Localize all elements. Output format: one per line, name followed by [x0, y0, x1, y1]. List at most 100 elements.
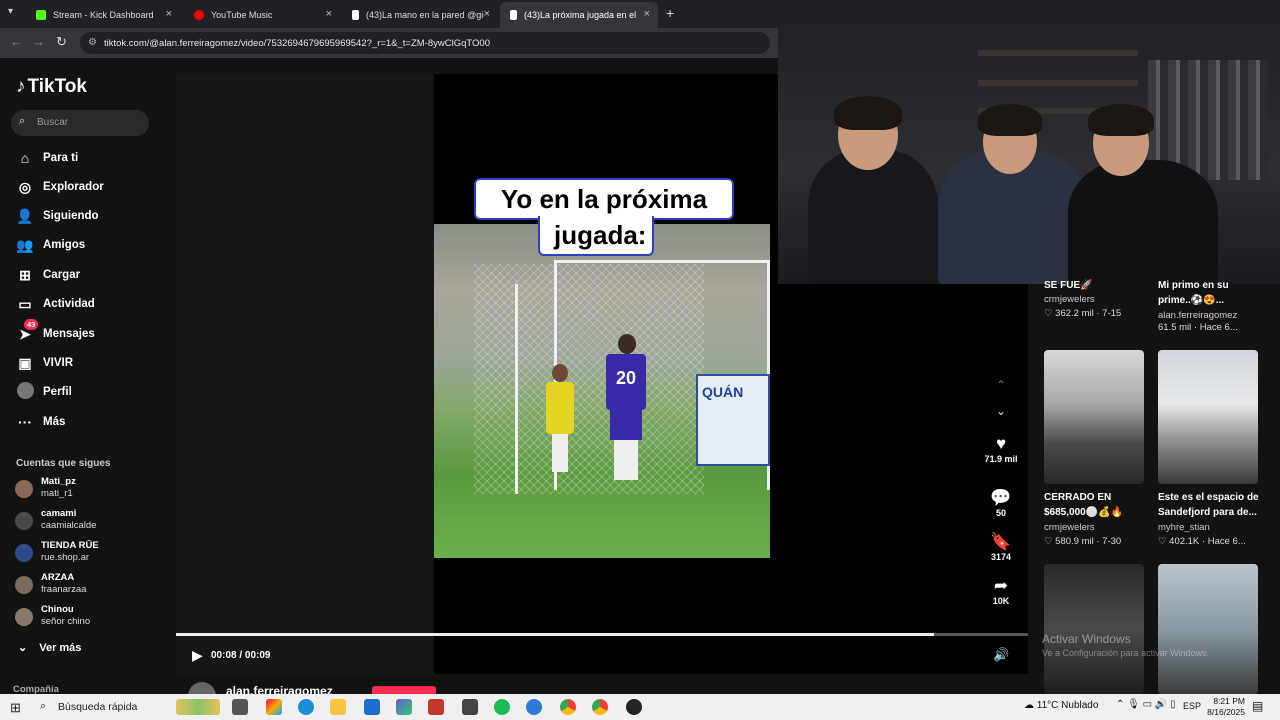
- back-icon[interactable]: ←: [10, 34, 23, 49]
- close-icon[interactable]: ×: [644, 8, 650, 20]
- share-count: 10K: [992, 596, 1010, 606]
- nav-mensajes[interactable]: ➤ 43 Mensajes: [16, 318, 95, 344]
- play-button[interactable]: ▶: [192, 647, 203, 664]
- url-field[interactable]: ⚙ tiktok.com/@alan.ferreiragomez/video/7…: [80, 32, 770, 54]
- nav-vivir[interactable]: ▣ VIVIR: [16, 353, 73, 373]
- avatar: [15, 512, 33, 530]
- volume-button[interactable]: 🔊: [993, 647, 1009, 663]
- tiktok-sidebar: ♪ TikTok ⌕ Buscar ⌂ Para ti ◎ Explorador 👤 S…: [0, 58, 176, 695]
- nav-cargar[interactable]: ⊞ Cargar: [16, 265, 80, 285]
- search-icon: ⌕: [19, 115, 26, 127]
- nav-perfil[interactable]: Perfil: [16, 382, 72, 402]
- language-indicator[interactable]: ESP: [1183, 701, 1201, 711]
- previous-video-button[interactable]: ⌃: [984, 378, 1018, 392]
- tab-title: Stream - Kick Dashboard: [53, 10, 154, 20]
- person-right-hair: [1088, 104, 1154, 136]
- close-icon[interactable]: ×: [166, 8, 172, 20]
- app-icon[interactable]: [526, 699, 542, 715]
- caption-line-1: Yo en la próxima: [474, 178, 734, 220]
- clock-time: 8:21 PM: [1213, 696, 1245, 706]
- video-frame[interactable]: 20 QUÁN: [434, 224, 770, 558]
- app-icon[interactable]: [428, 699, 444, 715]
- close-icon[interactable]: ×: [484, 8, 490, 20]
- tab-list-icon[interactable]: ▾: [8, 6, 13, 17]
- comment-button[interactable]: 💬 50: [984, 488, 1018, 518]
- search-input[interactable]: ⌕ Buscar: [11, 110, 149, 136]
- nav-siguiendo[interactable]: 👤 Siguiendo: [16, 206, 98, 226]
- chrome-icon[interactable]: [592, 699, 608, 715]
- see-more-button[interactable]: ⌄ Ver más: [18, 641, 81, 654]
- card-date: 7-30: [1102, 536, 1122, 547]
- weather-widget[interactable]: ☁ 11°C Nublado: [1024, 700, 1098, 711]
- tab-kick-dashboard[interactable]: Stream - Kick Dashboard ×: [26, 2, 180, 28]
- close-icon[interactable]: ×: [326, 8, 332, 20]
- progress-bar[interactable]: [176, 633, 1028, 636]
- browser-tab-bar: ▾ Stream - Kick Dashboard × YouTube Musi…: [0, 0, 780, 28]
- follow-button[interactable]: [372, 686, 436, 694]
- card-author: crmjewelers: [1044, 522, 1095, 533]
- heart-icon: ♡: [1044, 536, 1056, 547]
- nav-explorador[interactable]: ◎ Explorador: [16, 177, 104, 197]
- account-handle: señor chino: [41, 616, 91, 627]
- copilot-icon[interactable]: [266, 699, 282, 715]
- weather-icon: ☁: [1024, 700, 1037, 711]
- new-tab-button[interactable]: +: [666, 5, 674, 21]
- task-view-icon[interactable]: [232, 699, 248, 715]
- obs-icon[interactable]: [626, 699, 642, 715]
- site-info-icon[interactable]: ⚙: [88, 37, 97, 48]
- tab-tiktok-active[interactable]: (43)La próxima jugada en el fútb ×: [500, 2, 658, 28]
- player-purple: 20: [602, 334, 650, 484]
- nav-actividad[interactable]: ▭ Actividad: [16, 294, 94, 314]
- nav-mas[interactable]: ··· Más: [16, 412, 65, 432]
- spotify-icon[interactable]: [494, 699, 510, 715]
- forward-icon[interactable]: →: [32, 34, 45, 49]
- mail-icon[interactable]: [364, 699, 380, 715]
- webcam-overlay: [778, 0, 1280, 284]
- store-icon[interactable]: [396, 699, 412, 715]
- account-handle: fraanarzaa: [41, 584, 87, 595]
- caption-line-2: jugada:: [538, 216, 654, 256]
- edge-icon[interactable]: [298, 699, 314, 715]
- tab-youtube-music[interactable]: YouTube Music ×: [184, 2, 340, 28]
- card-title: Este es el espacio de Sandefjord para de…: [1158, 492, 1259, 518]
- windows-taskbar: ⊞ ⌕ Búsqueda rápida ☁ 11°C Nublado ⌃ 🎙 ▭ …: [0, 694, 1280, 720]
- nav-amigos[interactable]: 👥 Amigos: [16, 235, 85, 255]
- next-video-button[interactable]: ⌄: [984, 404, 1018, 418]
- share-button[interactable]: ➦ 10K: [984, 576, 1018, 606]
- activity-icon: ▭: [18, 295, 32, 312]
- avatar: [15, 576, 33, 594]
- account-name: TIENDA RŪE: [41, 540, 99, 551]
- save-button[interactable]: 🔖 3174: [984, 532, 1018, 562]
- app-icon[interactable]: [462, 699, 478, 715]
- tab-tiktok-1[interactable]: (43)La mano en la pared @giuli ×: [342, 2, 498, 28]
- player-yellow: [544, 364, 576, 474]
- card-stats: ♡ 580.9 mil · 7-30: [1044, 536, 1122, 547]
- save-count: 3174: [990, 552, 1012, 562]
- messages-badge: 43: [24, 318, 39, 330]
- search-highlight-icon[interactable]: [176, 699, 220, 715]
- like-button[interactable]: ♥ 71.9 mil: [984, 434, 1018, 464]
- nav-para-ti[interactable]: ⌂ Para ti: [16, 148, 78, 168]
- video-backdrop: [176, 74, 434, 674]
- compass-icon: ◎: [18, 178, 32, 195]
- notification-icon[interactable]: ▤: [1252, 699, 1263, 713]
- tiktok-logo[interactable]: ♪ TikTok: [16, 76, 87, 98]
- file-explorer-icon[interactable]: [330, 699, 346, 715]
- windows-start-button[interactable]: ⊞: [10, 700, 21, 716]
- author-avatar[interactable]: [188, 682, 216, 694]
- card-thumbnail: [1158, 564, 1258, 694]
- network-icon: ▭: [1142, 699, 1155, 710]
- friends-icon: 👥: [16, 236, 34, 253]
- reload-icon[interactable]: ↻: [56, 34, 67, 50]
- card-author: myhre_stian: [1158, 522, 1210, 533]
- tab-title: (43)La próxima jugada en el fútb: [524, 10, 636, 20]
- system-tray[interactable]: ⌃ 🎙 ▭ 🔊 ▯: [1116, 699, 1176, 710]
- tiktok-note-icon: ♪: [16, 76, 26, 97]
- author-name[interactable]: alan.ferreiragomez: [226, 684, 333, 694]
- account-name: camami: [41, 508, 77, 519]
- clock[interactable]: 8:21 PM 8/16/2025: [1205, 696, 1245, 718]
- clock-date: 8/16/2025: [1207, 707, 1245, 717]
- following-icon: 👤: [16, 207, 34, 224]
- tiktok-icon: [510, 10, 517, 20]
- chrome-icon[interactable]: [560, 699, 576, 715]
